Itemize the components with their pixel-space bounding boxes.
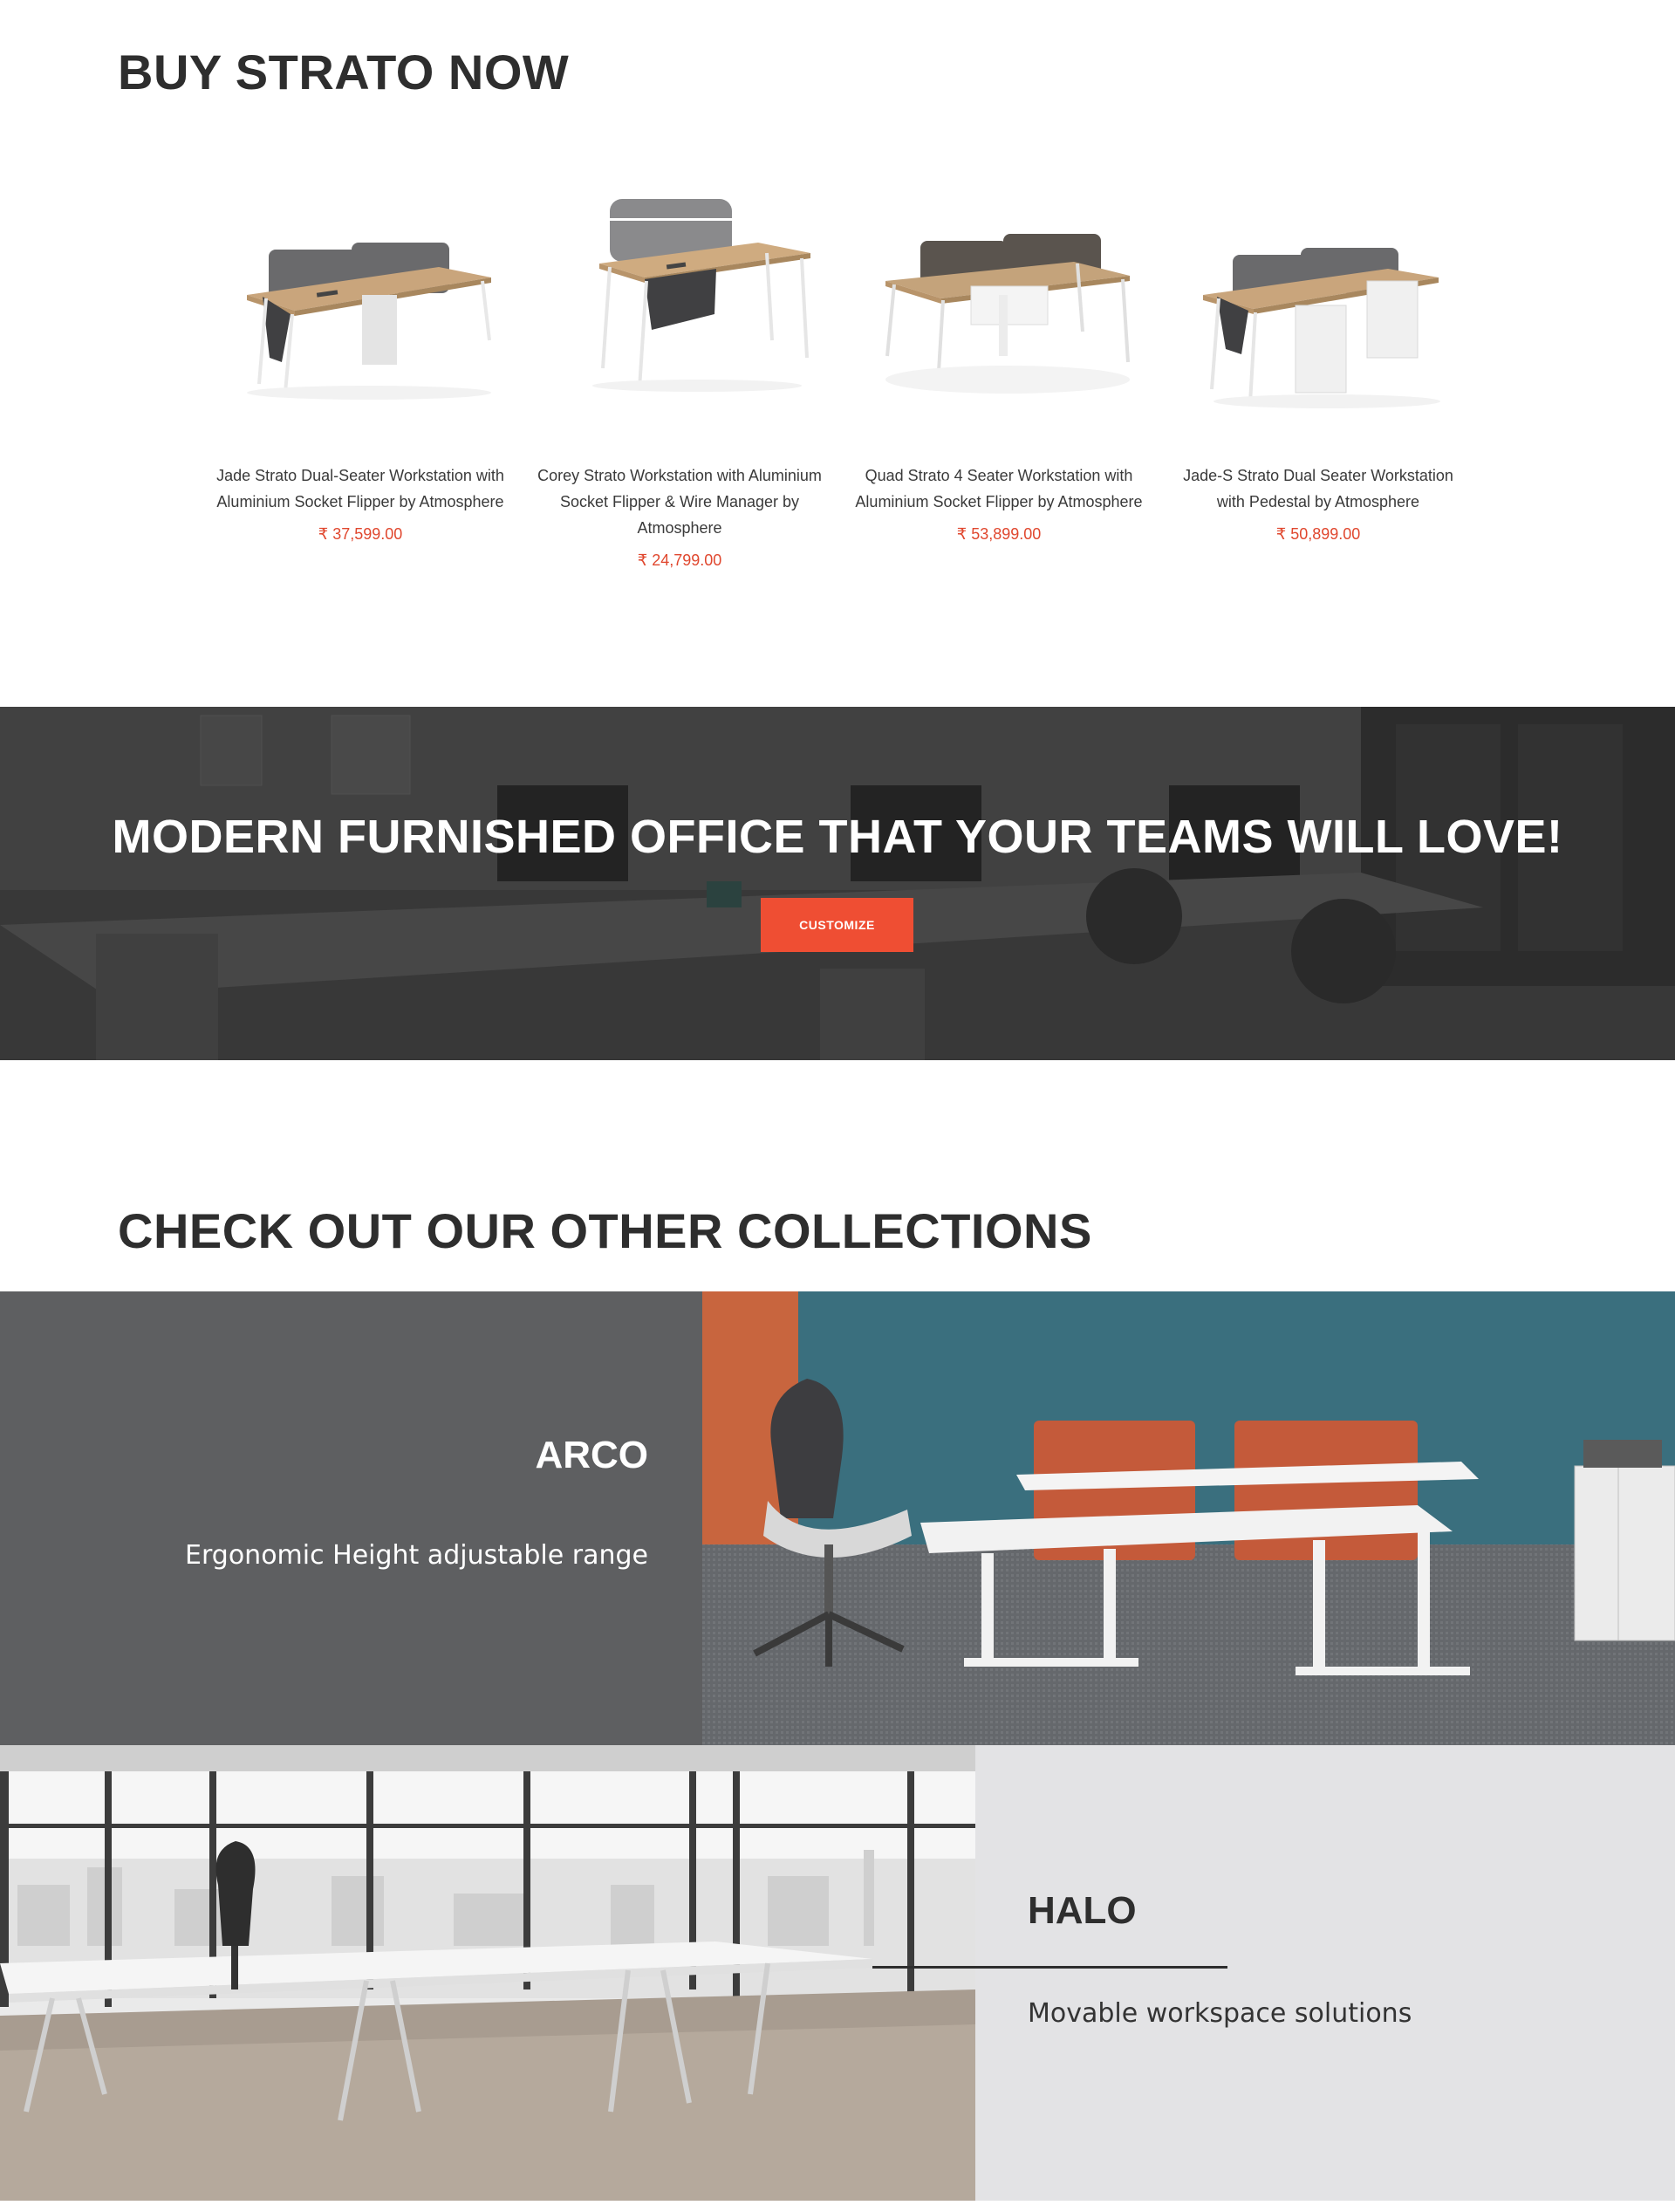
other-collections-title: CHECK OUT OUR OTHER COLLECTIONS [118, 1203, 1092, 1258]
hero-banner: MODERN FURNISHED OFFICE THAT YOUR TEAMS … [0, 707, 1675, 1060]
product-price: ₹ 50,899.00 [1275, 525, 1361, 543]
customize-button[interactable]: CUSTOMIZE [761, 898, 913, 952]
product-image[interactable] [1187, 183, 1449, 428]
product-grid: Jade Strato Dual-Seater Workstation with… [201, 183, 1474, 593]
product-price: ₹ 53,899.00 [956, 525, 1042, 543]
product-image[interactable] [868, 183, 1130, 428]
product-name[interactable]: Corey Strato Workstation with Aluminium … [520, 462, 839, 541]
halo-title[interactable]: HALO [1028, 1889, 1137, 1933]
product-card[interactable]: Quad Strato 4 Seater Workstation with Al… [839, 183, 1159, 544]
product-price: ₹ 37,599.00 [318, 525, 403, 543]
product-card[interactable]: Jade-S Strato Dual Seater Workstation wi… [1159, 183, 1478, 544]
product-name[interactable]: Quad Strato 4 Seater Workstation with Al… [839, 462, 1159, 515]
arco-divider [484, 218, 865, 221]
arco-collection-image[interactable] [702, 1291, 1675, 1745]
halo-panel[interactable]: HALO Movable workspace solutions [975, 1745, 1675, 2201]
product-name[interactable]: Jade-S Strato Dual Seater Workstation wi… [1159, 462, 1478, 515]
product-name[interactable]: Jade Strato Dual-Seater Workstation with… [201, 462, 520, 515]
hero-overlay [0, 707, 1675, 1060]
arco-tagline: Ergonomic Height adjustable range [185, 1540, 648, 1571]
halo-collection-image[interactable] [0, 1745, 975, 2201]
product-card[interactable]: Corey Strato Workstation with Aluminium … [520, 183, 839, 570]
buy-strato-title: BUY STRATO NOW [118, 45, 570, 99]
arco-panel[interactable]: ARCO Ergonomic Height adjustable range [0, 1291, 702, 1745]
arco-title[interactable]: ARCO [535, 1434, 648, 1477]
product-image[interactable] [229, 183, 491, 428]
product-card[interactable]: Jade Strato Dual-Seater Workstation with… [201, 183, 520, 544]
halo-divider [872, 1966, 1227, 1969]
product-price: ₹ 24,799.00 [637, 551, 722, 569]
hero-title: MODERN FURNISHED OFFICE THAT YOUR TEAMS … [112, 811, 1563, 863]
halo-tagline: Movable workspace solutions [1028, 1998, 1412, 2029]
